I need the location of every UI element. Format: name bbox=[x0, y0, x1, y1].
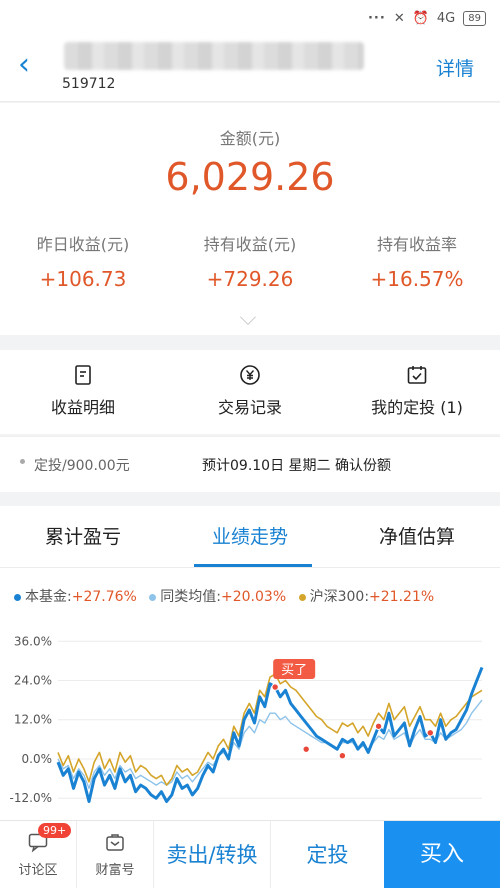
stat-value: +106.73 bbox=[39, 267, 127, 291]
tab-performance[interactable]: 业绩走势 bbox=[167, 522, 333, 549]
forum-label: 讨论区 bbox=[18, 863, 58, 878]
plan-amount: 定投/900.00元 bbox=[34, 458, 130, 474]
stat-holding: 持有收益(元) +729.26 bbox=[167, 231, 333, 291]
stat-label: 昨日收益(元) bbox=[36, 235, 130, 254]
bullet-dot bbox=[20, 459, 25, 464]
shortcut-profit-detail[interactable]: 收益明细 bbox=[0, 364, 166, 418]
y-tick-label: -12.0% bbox=[10, 791, 52, 805]
yen-circle-icon bbox=[240, 365, 260, 385]
page-header: ‹ 519712 详情 bbox=[0, 36, 500, 102]
plan-button[interactable]: 定投 bbox=[271, 821, 384, 888]
detail-link[interactable]: 详情 bbox=[436, 54, 474, 81]
shortcut-label: 交易记录 bbox=[217, 398, 282, 417]
shortcut-trade-records[interactable]: 交易记录 bbox=[167, 364, 333, 418]
stat-yesterday: 昨日收益(元) +106.73 bbox=[0, 231, 166, 291]
mute-icon: ✕ bbox=[393, 10, 405, 26]
buy-marker bbox=[338, 751, 347, 760]
network-label: 4G bbox=[436, 10, 456, 26]
wealth-icon bbox=[106, 834, 124, 851]
stat-value: +16.57% bbox=[370, 267, 464, 291]
wealth-label: 财富号 bbox=[95, 863, 135, 878]
performance-chart: 本基金:+27.76% 同类均值:+20.03% 沪深300:+21.21% 3… bbox=[0, 568, 500, 820]
amount-label: 金额(元) bbox=[219, 129, 281, 148]
back-icon[interactable]: ‹ bbox=[18, 50, 30, 80]
document-icon bbox=[75, 365, 91, 385]
buy-marker bbox=[426, 729, 434, 737]
forum-badge: 99+ bbox=[38, 823, 72, 838]
wealth-button[interactable]: 财富号 bbox=[77, 821, 153, 888]
bottom-action-bar: 讨论区 99+ 财富号 卖出/转换 定投 买入 bbox=[0, 820, 500, 888]
calendar-check-icon bbox=[407, 366, 427, 384]
fund-code: 519712 bbox=[62, 76, 116, 92]
shortcut-my-plan[interactable]: 我的定投 (1) bbox=[334, 364, 500, 418]
buy-button[interactable]: 买入 bbox=[384, 821, 500, 888]
tab-nav-estimate[interactable]: 净值估算 bbox=[334, 522, 500, 549]
status-bar: ··· ✕ ⏰ 4G 89 bbox=[0, 0, 500, 36]
asset-summary: 金额(元) 6,029.26 昨日收益(元) +106.73 持有收益(元) +… bbox=[0, 103, 500, 335]
active-tab-indicator bbox=[194, 564, 312, 567]
alarm-icon: ⏰ bbox=[412, 10, 429, 26]
fund-series-line bbox=[56, 666, 484, 803]
shortcut-row: 收益明细 交易记录 我的定投 (1) bbox=[0, 350, 500, 434]
y-tick-label: 24.0% bbox=[14, 674, 52, 688]
plan-info-row[interactable]: 定投/900.00元 预计09.10日 星期二 确认份额 bbox=[0, 436, 500, 492]
sell-convert-button[interactable]: 卖出/转换 bbox=[154, 821, 270, 888]
forum-button[interactable]: 讨论区 99+ bbox=[0, 821, 76, 888]
annotation-label: 买了 bbox=[281, 663, 307, 678]
chevron-down-icon[interactable] bbox=[240, 309, 256, 325]
battery-level: 89 bbox=[463, 10, 486, 26]
amount-value: 6,029.26 bbox=[165, 155, 335, 199]
shortcut-label: 收益明细 bbox=[50, 398, 115, 417]
fund-detail-page: ··· ✕ ⏰ 4G 89 ‹ 519712 详情 金额(元) 6,029.26… bbox=[0, 0, 500, 888]
tab-cumulative-pnl[interactable]: 累计盈亏 bbox=[0, 522, 166, 549]
stat-value: +729.26 bbox=[206, 267, 294, 291]
stat-label: 持有收益(元) bbox=[203, 235, 297, 254]
stat-rate: 持有收益率 +16.57% bbox=[334, 231, 500, 291]
shortcut-label: 我的定投 (1) bbox=[371, 398, 463, 417]
buy-marker bbox=[302, 745, 310, 753]
y-tick-label: 0.0% bbox=[22, 752, 53, 766]
stat-label: 持有收益率 bbox=[376, 235, 457, 254]
y-tick-label: 12.0% bbox=[14, 713, 52, 727]
buy-marker bbox=[374, 722, 383, 730]
chart-tabs: 累计盈亏 业绩走势 净值估算 bbox=[0, 506, 500, 568]
buy-marker bbox=[271, 683, 279, 691]
plan-schedule: 预计09.10日 星期二 确认份额 bbox=[202, 458, 391, 474]
y-tick-label: 36.0% bbox=[14, 634, 52, 648]
more-icon: ··· bbox=[367, 10, 386, 26]
line-chart-canvas: 36.0% 24.0% 12.0% 0.0% -12.0% 买了 bbox=[10, 634, 484, 805]
blurred-fund-name bbox=[64, 42, 364, 70]
